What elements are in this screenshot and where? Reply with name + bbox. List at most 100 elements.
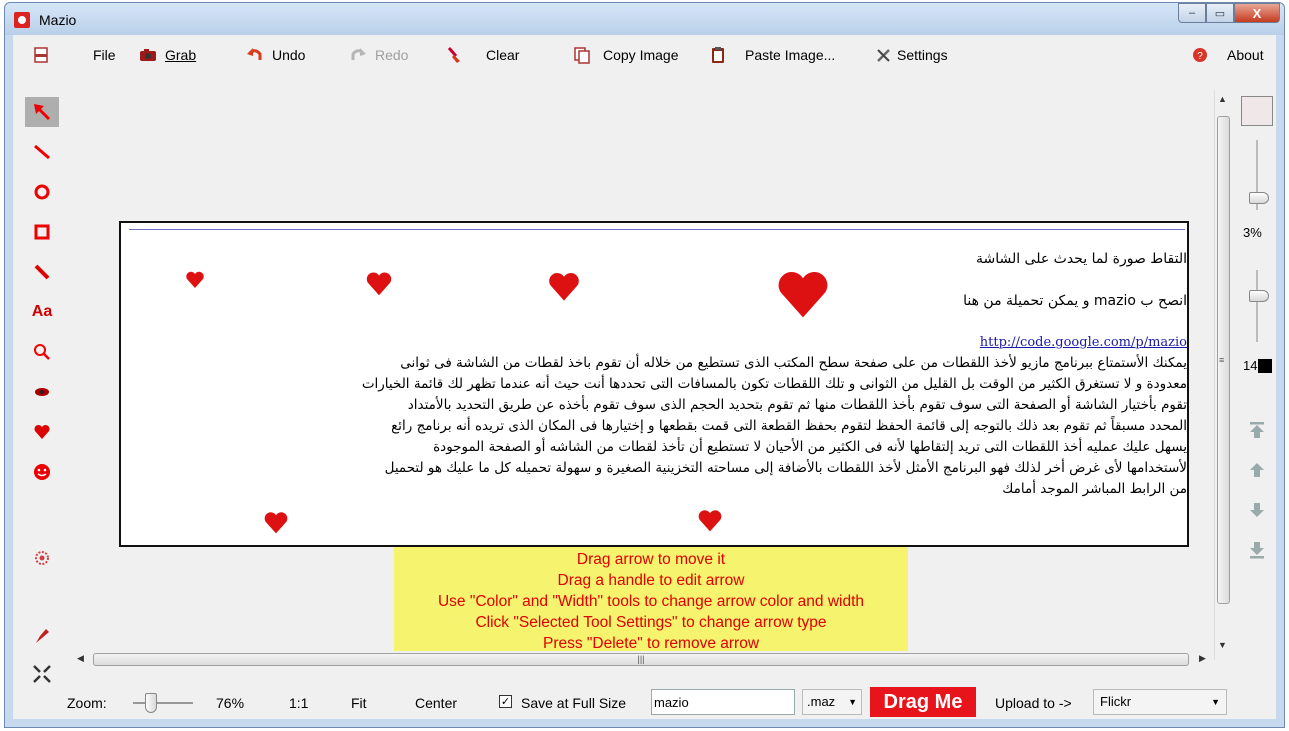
tooltip-line-3: Use "Color" and "Width" tools to change … [437,593,865,610]
ellipse-tool[interactable] [25,177,59,207]
image-line-1: يمكنك الأستمتاع ببرنامج مازيو لأخذ اللقط… [400,355,1187,371]
redo-button[interactable]: Redo [349,35,408,75]
pencil-tool[interactable] [25,257,59,287]
grab-button[interactable]: Grab [139,35,196,75]
heart-stamp-medium[interactable] [365,271,393,297]
document-icon [34,47,48,63]
clear-label: Clear [486,47,520,63]
paste-image-label: Paste Image... [745,47,836,63]
pencil-icon [34,264,50,280]
scroll-left-icon[interactable]: ◀ [77,653,84,664]
extension-dropdown[interactable]: .maz ▼ [802,689,862,715]
bring-to-front-icon [1250,422,1264,438]
scroll-down-icon[interactable]: ▼ [1218,640,1227,650]
heart-icon [34,424,50,439]
heart-stamp-bottom-left[interactable] [263,511,289,535]
client-area: File Grab Undo Redo Clear Copy Image Pas… [13,35,1276,719]
color-swatch[interactable] [1241,96,1273,126]
highlighter-icon [36,629,49,643]
image-line-7: من الرابط المباشر الموجد أمامك [1002,481,1187,497]
width-indicator: 14 [1243,358,1273,373]
shrink-icon [33,665,51,683]
text-tool-label: Aa [31,303,53,320]
text-tool[interactable]: Aa [25,297,59,327]
save-full-size-label: Save at Full Size [521,695,627,711]
file-label: File [93,47,116,63]
image-line-2: معدودة و لا تستغرق الكثير من الوقت بل ال… [361,376,1187,392]
image-line-6: لأستخدامها لأى غرض أخر لذلك فهو البرنامج… [384,460,1187,476]
close-button[interactable]: X [1234,3,1280,23]
heart-stamp-xlarge[interactable] [775,269,831,321]
center-button[interactable]: Center [415,695,457,711]
app-icon [14,12,30,28]
minimize-button[interactable]: – [1178,3,1206,23]
vertical-scrollbar[interactable]: ▲ ≡ ▼ [1214,90,1232,660]
zoom-slider-track[interactable] [133,702,193,704]
copy-image-label: Copy Image [603,47,679,63]
rectangle-icon [34,224,50,240]
heart-tool[interactable] [25,417,59,447]
width-slider-thumb[interactable] [1249,290,1269,302]
help-icon: ? [1193,48,1207,62]
highlighter-tool[interactable] [25,621,59,651]
magnifier-tool[interactable] [25,337,59,367]
rectangle-tool[interactable] [25,217,59,247]
status-bar: Zoom: 76% 1:1 Fit Center ✓ Save at Full … [13,685,1276,721]
save-full-size-checkbox[interactable]: ✓ [499,695,512,708]
vertical-scroll-thumb[interactable]: ≡ [1217,116,1230,604]
move-up-button[interactable] [1247,460,1267,480]
title-bar[interactable]: Mazio – ▭ X [5,3,1284,35]
move-bottom-button[interactable] [1247,540,1267,560]
drag-me-button[interactable]: Drag Me [870,687,976,717]
move-down-button[interactable] [1247,500,1267,520]
copy-image-button[interactable]: Copy Image [573,35,678,75]
redo-icon [351,48,366,60]
opacity-slider-thumb[interactable] [1249,192,1269,204]
smiley-icon [34,464,50,480]
arrow-up-icon [1250,463,1264,477]
line-tool[interactable] [25,137,59,167]
camera-icon [140,49,156,61]
undo-button[interactable]: Undo [246,35,305,75]
heart-stamp-bottom-right[interactable] [697,509,723,533]
image-link[interactable]: http://code.google.com/p/mazio [980,335,1187,350]
image-line-3: تقوم بأختيار الشاشة أو الصفحة التى سوف ت… [407,397,1187,413]
arrow-tool[interactable] [25,97,59,127]
upload-target-dropdown[interactable]: Flickr ▼ [1093,689,1227,715]
horizontal-scrollbar[interactable]: ◀ ||| ▶ [73,651,1214,668]
clear-button[interactable]: Clear [446,35,519,75]
move-top-button[interactable] [1247,420,1267,440]
ellipse-icon [34,184,50,200]
chevron-down-icon: ▼ [848,697,857,707]
maximize-button[interactable]: ▭ [1206,3,1234,23]
zoom-value: 76% [216,695,245,711]
file-menu[interactable]: File [93,35,116,75]
clipboard-icon [712,47,724,63]
heart-stamp-small[interactable] [185,271,205,289]
blur-tool[interactable] [25,377,59,407]
settings-button[interactable]: Settings [875,35,948,75]
width-slider-track[interactable] [1256,270,1258,342]
fit-button[interactable]: Fit [351,695,367,711]
arrow-help-tooltip: Drag arrow to move it Drag a handle to e… [394,547,908,652]
about-label: About [1227,47,1264,63]
scroll-up-icon[interactable]: ▲ [1218,94,1227,104]
image-rule [129,229,1185,230]
tooltip-line-2: Drag a handle to edit arrow [557,572,745,589]
line-icon [34,144,50,160]
tooltip-line-1: Drag arrow to move it [576,551,726,568]
smiley-tool[interactable] [25,457,59,487]
new-icon-button[interactable] [33,35,51,75]
about-button[interactable]: ? About [1191,35,1264,75]
horizontal-scroll-thumb[interactable]: ||| [93,653,1189,666]
actual-size-button[interactable]: 1:1 [289,695,308,711]
tool-settings-button[interactable] [25,543,59,573]
captured-image[interactable]: التقاط صورة لما يحدث على الشاشة انصح ب m… [119,221,1189,547]
filename-input[interactable] [651,689,795,715]
heart-stamp-large[interactable] [547,271,581,303]
zoom-slider-thumb[interactable] [145,693,157,713]
scroll-right-icon[interactable]: ▶ [1199,653,1206,664]
zoom-label: Zoom: [67,695,107,711]
paste-image-button[interactable]: Paste Image... [709,35,835,75]
gear-icon [35,551,49,565]
